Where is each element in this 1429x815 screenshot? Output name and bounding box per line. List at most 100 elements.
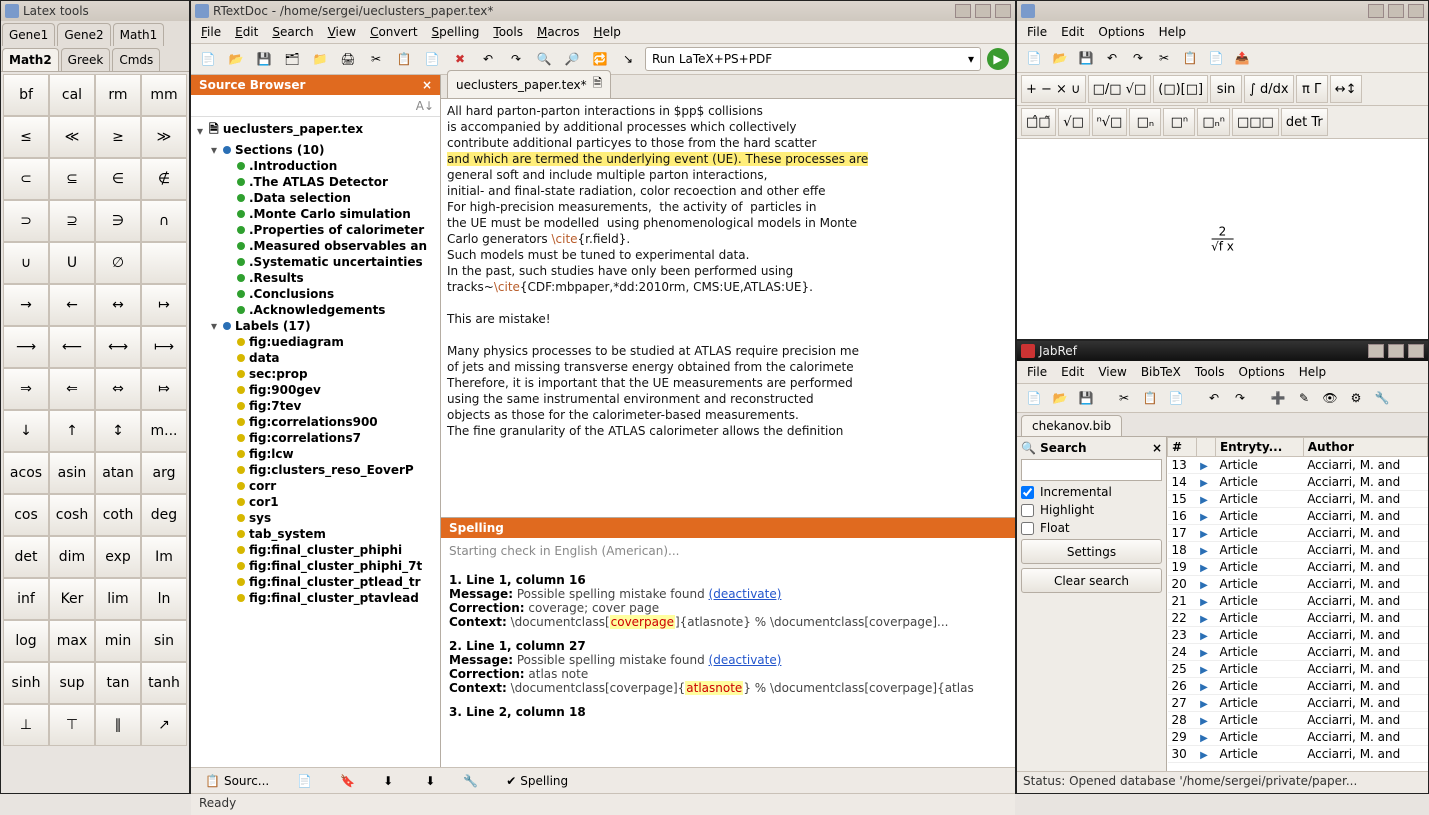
- formula-symbol-button[interactable]: □̂□̃: [1021, 108, 1056, 136]
- formula-symbol-button[interactable]: □□□: [1232, 108, 1279, 136]
- table-row[interactable]: 24ArticleAcciarri, M. and: [1168, 644, 1428, 661]
- source-tree[interactable]: ▾🗎 ueclusters_paper.tex▾Sections (10).In…: [191, 117, 440, 767]
- symbol-button[interactable]: ∪: [3, 242, 49, 284]
- bottom-tab-4[interactable]: ⬇: [377, 771, 403, 791]
- formula-canvas[interactable]: 2 √f x: [1017, 139, 1428, 339]
- menu-tools[interactable]: Tools: [487, 23, 529, 41]
- tree-item[interactable]: fig:final_cluster_ptlead_tr: [195, 574, 440, 590]
- symbol-button[interactable]: ⤇: [141, 368, 187, 410]
- tree-item[interactable]: fig:lcw: [195, 446, 440, 462]
- tree-item[interactable]: fig:7tev: [195, 398, 440, 414]
- tree-item[interactable]: tab_system: [195, 526, 440, 542]
- symbol-button[interactable]: ∈: [95, 158, 141, 200]
- sort-icon[interactable]: A↓: [416, 99, 434, 113]
- close-button[interactable]: [995, 4, 1011, 18]
- incremental-checkbox[interactable]: Incremental: [1021, 485, 1162, 499]
- symbol-button[interactable]: ∥: [95, 704, 141, 746]
- formula-symbol-button[interactable]: π Γ: [1296, 75, 1328, 103]
- menu-help[interactable]: Help: [1153, 23, 1192, 41]
- menu-search[interactable]: Search: [266, 23, 319, 41]
- tree-item[interactable]: .Systematic uncertainties: [195, 254, 440, 270]
- formula-symbol-button[interactable]: √□: [1058, 108, 1090, 136]
- tree-item[interactable]: .Results: [195, 270, 440, 286]
- table-row[interactable]: 16ArticleAcciarri, M. and: [1168, 508, 1428, 525]
- table-row[interactable]: 30ArticleAcciarri, M. and: [1168, 746, 1428, 763]
- symbol-button[interactable]: sup: [49, 662, 95, 704]
- tree-item[interactable]: fig:clusters_reso_EoverP: [195, 462, 440, 478]
- symbol-button[interactable]: ←: [49, 284, 95, 326]
- copy-icon[interactable]: 📋: [1139, 387, 1161, 409]
- bottom-tab-source[interactable]: 📋 Sourc...: [199, 771, 275, 791]
- tree-item[interactable]: .Conclusions: [195, 286, 440, 302]
- menu-file[interactable]: File: [1021, 23, 1053, 41]
- tree-item[interactable]: fig:final_cluster_ptavlead: [195, 590, 440, 606]
- symbol-button[interactable]: dim: [49, 536, 95, 578]
- open-icon[interactable]: 📂: [1049, 387, 1071, 409]
- copy-icon[interactable]: 📋: [393, 48, 415, 70]
- table-row[interactable]: 23ArticleAcciarri, M. and: [1168, 627, 1428, 644]
- paste-icon[interactable]: 📄: [421, 48, 443, 70]
- symbol-button[interactable]: ∉: [141, 158, 187, 200]
- clear-search-button[interactable]: Clear search: [1021, 568, 1162, 593]
- symbol-button[interactable]: sin: [141, 620, 187, 662]
- settings-button[interactable]: Settings: [1021, 539, 1162, 564]
- symbol-button[interactable]: ∋: [95, 200, 141, 242]
- float-checkbox[interactable]: Float: [1021, 521, 1162, 535]
- table-row[interactable]: 15ArticleAcciarri, M. and: [1168, 491, 1428, 508]
- menu-convert[interactable]: Convert: [364, 23, 423, 41]
- menu-macros[interactable]: Macros: [531, 23, 586, 41]
- run-button[interactable]: ▶: [987, 48, 1009, 70]
- tree-item[interactable]: fig:uediagram: [195, 334, 440, 350]
- symbol-button[interactable]: cosh: [49, 494, 95, 536]
- symbol-button[interactable]: tanh: [141, 662, 187, 704]
- symbol-button[interactable]: ≪: [49, 116, 95, 158]
- paste-icon[interactable]: 📄: [1205, 47, 1227, 69]
- symbol-button[interactable]: max: [49, 620, 95, 662]
- menu-bibtex[interactable]: BibTeX: [1135, 363, 1187, 381]
- symbol-button[interactable]: Ker: [49, 578, 95, 620]
- tree-item[interactable]: .Data selection: [195, 190, 440, 206]
- bottom-tab-3[interactable]: 🔖: [334, 771, 361, 791]
- symbol-button[interactable]: ∩: [141, 200, 187, 242]
- symbol-button[interactable]: min: [95, 620, 141, 662]
- symbol-button[interactable]: bf: [3, 74, 49, 116]
- symbol-button[interactable]: ⊥: [3, 704, 49, 746]
- maximize-button[interactable]: [1388, 344, 1404, 358]
- tab-gene2[interactable]: Gene2: [57, 23, 110, 46]
- formula-titlebar[interactable]: [1017, 1, 1428, 21]
- tools-icon[interactable]: 🔧: [1371, 387, 1393, 409]
- formula-symbol-button[interactable]: det Tr: [1281, 108, 1328, 136]
- symbol-button[interactable]: ∅: [95, 242, 141, 284]
- symbol-button[interactable]: deg: [141, 494, 187, 536]
- formula-symbol-button[interactable]: sin: [1210, 75, 1242, 103]
- symbol-button[interactable]: atan: [95, 452, 141, 494]
- formula-symbol-button[interactable]: □ₙ: [1129, 108, 1161, 136]
- cut-icon[interactable]: ✂: [1113, 387, 1135, 409]
- symbol-button[interactable]: cal: [49, 74, 95, 116]
- search-input[interactable]: [1021, 459, 1162, 481]
- table-row[interactable]: 25ArticleAcciarri, M. and: [1168, 661, 1428, 678]
- maximize-button[interactable]: [1388, 4, 1404, 18]
- settings-icon[interactable]: ⚙: [1345, 387, 1367, 409]
- symbol-button[interactable]: U: [49, 242, 95, 284]
- tree-item[interactable]: cor1: [195, 494, 440, 510]
- tree-item[interactable]: .Measured observables an: [195, 238, 440, 254]
- run-target-select[interactable]: Run LaTeX+PS+PDF ▾: [645, 47, 981, 71]
- jabref-menubar[interactable]: FileEditViewBibTeXToolsOptionsHelp: [1017, 361, 1428, 384]
- table-row[interactable]: 20ArticleAcciarri, M. and: [1168, 576, 1428, 593]
- undo-icon[interactable]: ↶: [1203, 387, 1225, 409]
- save-icon[interactable]: 💾: [253, 48, 275, 70]
- symbol-button[interactable]: lim: [95, 578, 141, 620]
- jabref-table[interactable]: #Entryty...Author13ArticleAcciarri, M. a…: [1167, 437, 1428, 771]
- tab-gene1[interactable]: Gene1: [2, 23, 55, 46]
- formula-symbol-button[interactable]: ⁿ√□: [1092, 108, 1128, 136]
- symbol-button[interactable]: ⊆: [49, 158, 95, 200]
- folder-tree-icon[interactable]: 📁: [309, 48, 331, 70]
- symbol-button[interactable]: ⟷: [95, 326, 141, 368]
- symbol-button[interactable]: [141, 242, 187, 284]
- find-icon[interactable]: 🔍: [533, 48, 555, 70]
- redo-icon[interactable]: ↷: [1229, 387, 1251, 409]
- column-header[interactable]: [1196, 438, 1215, 457]
- file-tab[interactable]: ueclusters_paper.tex* 🗎: [447, 70, 611, 98]
- close-button[interactable]: [1408, 344, 1424, 358]
